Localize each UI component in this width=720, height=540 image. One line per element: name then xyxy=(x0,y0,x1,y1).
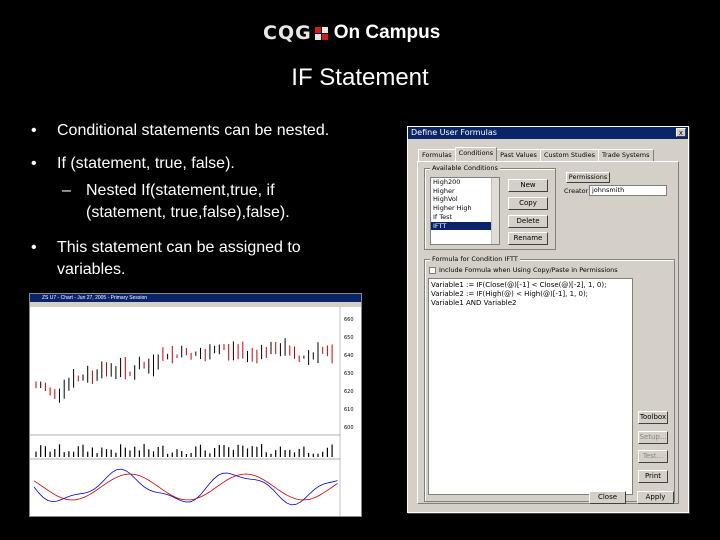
bullet-1: • Conditional statements can be nested. xyxy=(31,120,387,142)
conditions-panel: Available Conditions High200 Higher High… xyxy=(417,161,679,504)
copy-button[interactable]: Copy xyxy=(508,197,548,210)
include-formula-label: Include Formula when Using Copy/Paste in… xyxy=(439,266,618,274)
list-item-selected[interactable]: IFTT xyxy=(431,221,499,231)
conditions-list[interactable]: High200 Higher HighVol Higher High If Te… xyxy=(430,177,500,245)
toolbox-button[interactable]: Toolbox xyxy=(638,411,668,424)
slide-title: IF Statement xyxy=(291,64,429,91)
cqg-logo: CQG On Campus xyxy=(263,20,440,46)
formula-group: Formula for Condition IFTT Include Formu… xyxy=(424,255,675,502)
bullet-2: • If (statement, true, false). xyxy=(31,153,387,175)
bullet-dot: • xyxy=(31,122,37,139)
bullet-1-text: Conditional statements can be nested. xyxy=(57,122,330,139)
available-conditions-group: Available Conditions High200 Higher High… xyxy=(424,164,556,250)
list-item[interactable]: If Test xyxy=(431,213,499,222)
tab-conditions[interactable]: Conditions xyxy=(454,147,498,161)
define-user-formulas-dialog: Define User Formulas x Formulas Conditio… xyxy=(407,126,689,513)
price-tick-label: 630 xyxy=(344,371,354,377)
chart-window-title: ZS U7 - Chart - Jun 27, 2005 - Primary S… xyxy=(30,294,361,302)
sub-bullet-text: Nested If(statement,true, if (statement,… xyxy=(86,182,290,221)
price-tick-label: 600 xyxy=(344,425,354,431)
list-scrollbar[interactable] xyxy=(491,178,499,244)
new-button[interactable]: New xyxy=(508,179,548,192)
bullet-3: • This statement can be assigned to vari… xyxy=(31,237,357,281)
formula-editor[interactable]: Variable1 := IF(Close(@)[-1] < Close(@)[… xyxy=(428,278,633,495)
apply-button[interactable]: Apply xyxy=(637,491,674,504)
print-button[interactable]: Print xyxy=(638,470,668,483)
formula-group-label: Formula for Condition IFTT xyxy=(430,255,520,263)
tab-trade-systems[interactable]: Trade Systems xyxy=(598,149,654,161)
include-formula-checkbox[interactable] xyxy=(429,267,436,274)
price-tick-label: 610 xyxy=(344,407,354,413)
list-item[interactable]: Higher High xyxy=(431,204,499,213)
formula-line: Variable1 := IF(Close(@)[-1] < Close(@)[… xyxy=(431,281,607,289)
rename-button[interactable]: Rename xyxy=(508,232,548,245)
dialog-titlebar: Define User Formulas x xyxy=(408,127,688,139)
oscillator-line-2 xyxy=(33,473,338,501)
available-conditions-label: Available Conditions xyxy=(430,164,500,172)
logo-product: On Campus xyxy=(333,22,441,43)
tab-custom-studies[interactable]: Custom Studies xyxy=(539,149,600,161)
bullet-2-text: If (statement, true, false). xyxy=(57,155,235,172)
price-tick-label: 660 xyxy=(344,317,354,323)
bullet-dot: • xyxy=(31,239,37,256)
creator-field[interactable]: johnsmith xyxy=(589,185,667,196)
permissions-button[interactable]: Permissions xyxy=(566,172,610,183)
creator-label: Creator xyxy=(564,187,589,195)
list-item[interactable]: HighVol xyxy=(431,195,499,204)
list-item[interactable]: High200 xyxy=(431,178,499,187)
setup-button[interactable]: Setup... xyxy=(638,431,668,444)
formula-line: Variable1 AND Variable2 xyxy=(431,299,517,307)
sub-bullet-dash: – xyxy=(62,182,71,199)
price-tick-label: 640 xyxy=(344,353,354,359)
chart-plot: 660 650 640 630 620 610 600 xyxy=(30,307,354,516)
list-item[interactable]: Higher xyxy=(431,187,499,196)
delete-button[interactable]: Delete xyxy=(508,215,548,228)
sub-bullet: – Nested If(statement,true, if (statemen… xyxy=(62,180,356,224)
tab-past-values[interactable]: Past Values xyxy=(496,149,541,161)
close-button[interactable]: Close xyxy=(589,491,626,504)
logo-brand: CQG xyxy=(263,22,312,44)
test-button[interactable]: Test... xyxy=(638,450,668,463)
logo-mark-icon xyxy=(314,26,328,40)
formula-line: Variable2 := IF(High(@) < High(@)[-1], 1… xyxy=(431,290,589,298)
bullet-3-text: This statement can be assigned to variab… xyxy=(57,239,301,278)
chart-screenshot: ZS U7 - Chart - Jun 27, 2005 - Primary S… xyxy=(29,293,362,517)
tab-formulas[interactable]: Formulas xyxy=(418,149,456,161)
dialog-title: Define User Formulas xyxy=(411,128,497,137)
price-tick-label: 620 xyxy=(344,389,354,395)
bullet-dot: • xyxy=(31,155,37,172)
dialog-tabs: Formulas Conditions Past Values Custom S… xyxy=(418,147,654,161)
close-icon[interactable]: x xyxy=(676,128,686,137)
price-tick-label: 650 xyxy=(344,335,354,341)
